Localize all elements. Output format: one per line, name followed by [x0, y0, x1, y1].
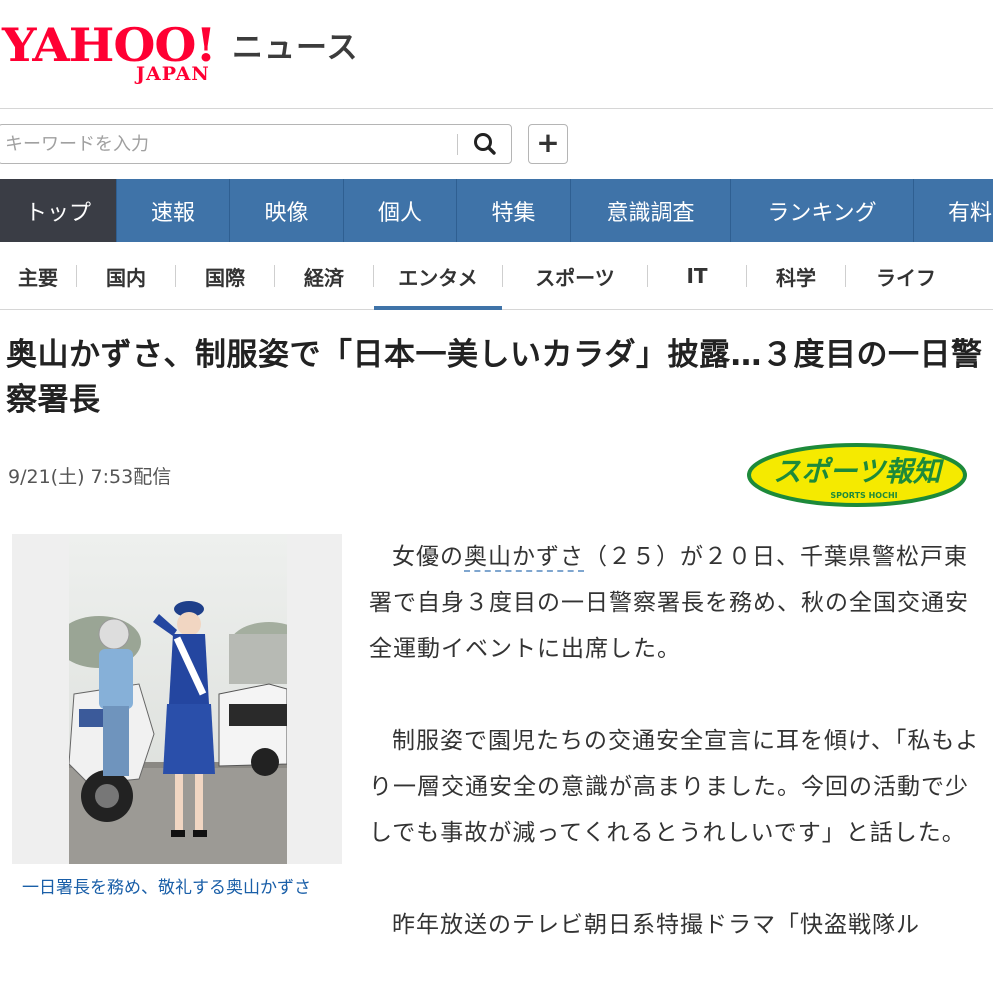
category-tab-science[interactable]: 科学 [747, 243, 845, 309]
category-nav: 主要 国内 国際 経済 エンタメ スポーツ IT 科学 ライフ [0, 243, 993, 310]
search-box [0, 124, 512, 164]
site-header: YAHOO! JAPAN ニュース [0, 0, 993, 109]
plus-icon: + [536, 126, 560, 159]
source-logo-sports-hochi[interactable]: スポーツ報知 SPORTS HOCHI [746, 443, 968, 507]
article-paragraph: 昨年放送のテレビ朝日系特撮ドラマ「快盗戦隊ル [392, 912, 920, 938]
article-paragraph: 女優の奥山かずさ（２５）が２０日、千葉県警松戸東署で自身３度目の一日警察署長を務… [369, 544, 969, 662]
search-button[interactable] [465, 129, 505, 159]
article-headline: 奥山かずさ、制服姿で「日本一美しいカラダ」披露…３度目の一日警察署長 [6, 337, 983, 418]
article-paragraph: 制服姿で園児たちの交通安全宣言に耳を傾け、「私もより一層交通安全の意識が高まりま… [369, 728, 980, 846]
search-icon [474, 133, 496, 155]
category-tab-life[interactable]: ライフ [846, 243, 966, 309]
logo-japan-text: JAPAN [136, 63, 210, 85]
category-tab-sports[interactable]: スポーツ [503, 243, 647, 309]
person-link[interactable]: 奥山かずさ [464, 544, 584, 572]
main-nav-item-features[interactable]: 特集 [457, 179, 571, 242]
publish-date: 9/21(土) 7:53配信 [8, 466, 172, 488]
main-nav-item-ranking[interactable]: ランキング [731, 179, 914, 242]
main-nav: トップ 速報 映像 個人 特集 意識調査 ランキング 有料 [0, 179, 993, 242]
category-tab-main[interactable]: 主要 [0, 243, 76, 309]
category-tab-it[interactable]: IT [648, 243, 746, 309]
yahoo-news-logo[interactable]: YAHOO! JAPAN [2, 22, 230, 90]
sports-hochi-logo-icon: スポーツ報知 SPORTS HOCHI [747, 443, 967, 507]
article-body: 女優の奥山かずさ（２５）が２０日、千葉県警松戸東署で自身３度目の一日警察署長を務… [369, 534, 981, 994]
main-nav-item-top[interactable]: トップ [0, 179, 117, 242]
main-nav-item-survey[interactable]: 意識調査 [571, 179, 731, 242]
search-input[interactable] [5, 125, 445, 163]
category-tab-domestic[interactable]: 国内 [77, 243, 175, 309]
add-button[interactable]: + [528, 124, 568, 164]
search-separator [457, 134, 458, 155]
logo-news-text[interactable]: ニュース [232, 30, 358, 66]
category-tab-economy[interactable]: 経済 [275, 243, 373, 309]
source-name: スポーツ報知 [773, 455, 944, 488]
logo-yahoo-text: YAHOO! [2, 18, 217, 72]
source-sub: SPORTS HOCHI [830, 491, 897, 500]
category-tab-entertainment[interactable]: エンタメ [374, 243, 502, 310]
main-nav-item-paid[interactable]: 有料 [914, 179, 993, 242]
article-photo[interactable] [69, 534, 287, 864]
photo-caption[interactable]: 一日署長を務め、敬礼する奥山かずさ [22, 875, 332, 902]
article-photo-frame [12, 534, 342, 864]
main-nav-item-video[interactable]: 映像 [230, 179, 344, 242]
main-nav-item-breaking[interactable]: 速報 [117, 179, 230, 242]
main-nav-item-individual[interactable]: 個人 [344, 179, 457, 242]
category-tab-international[interactable]: 国際 [176, 243, 274, 309]
